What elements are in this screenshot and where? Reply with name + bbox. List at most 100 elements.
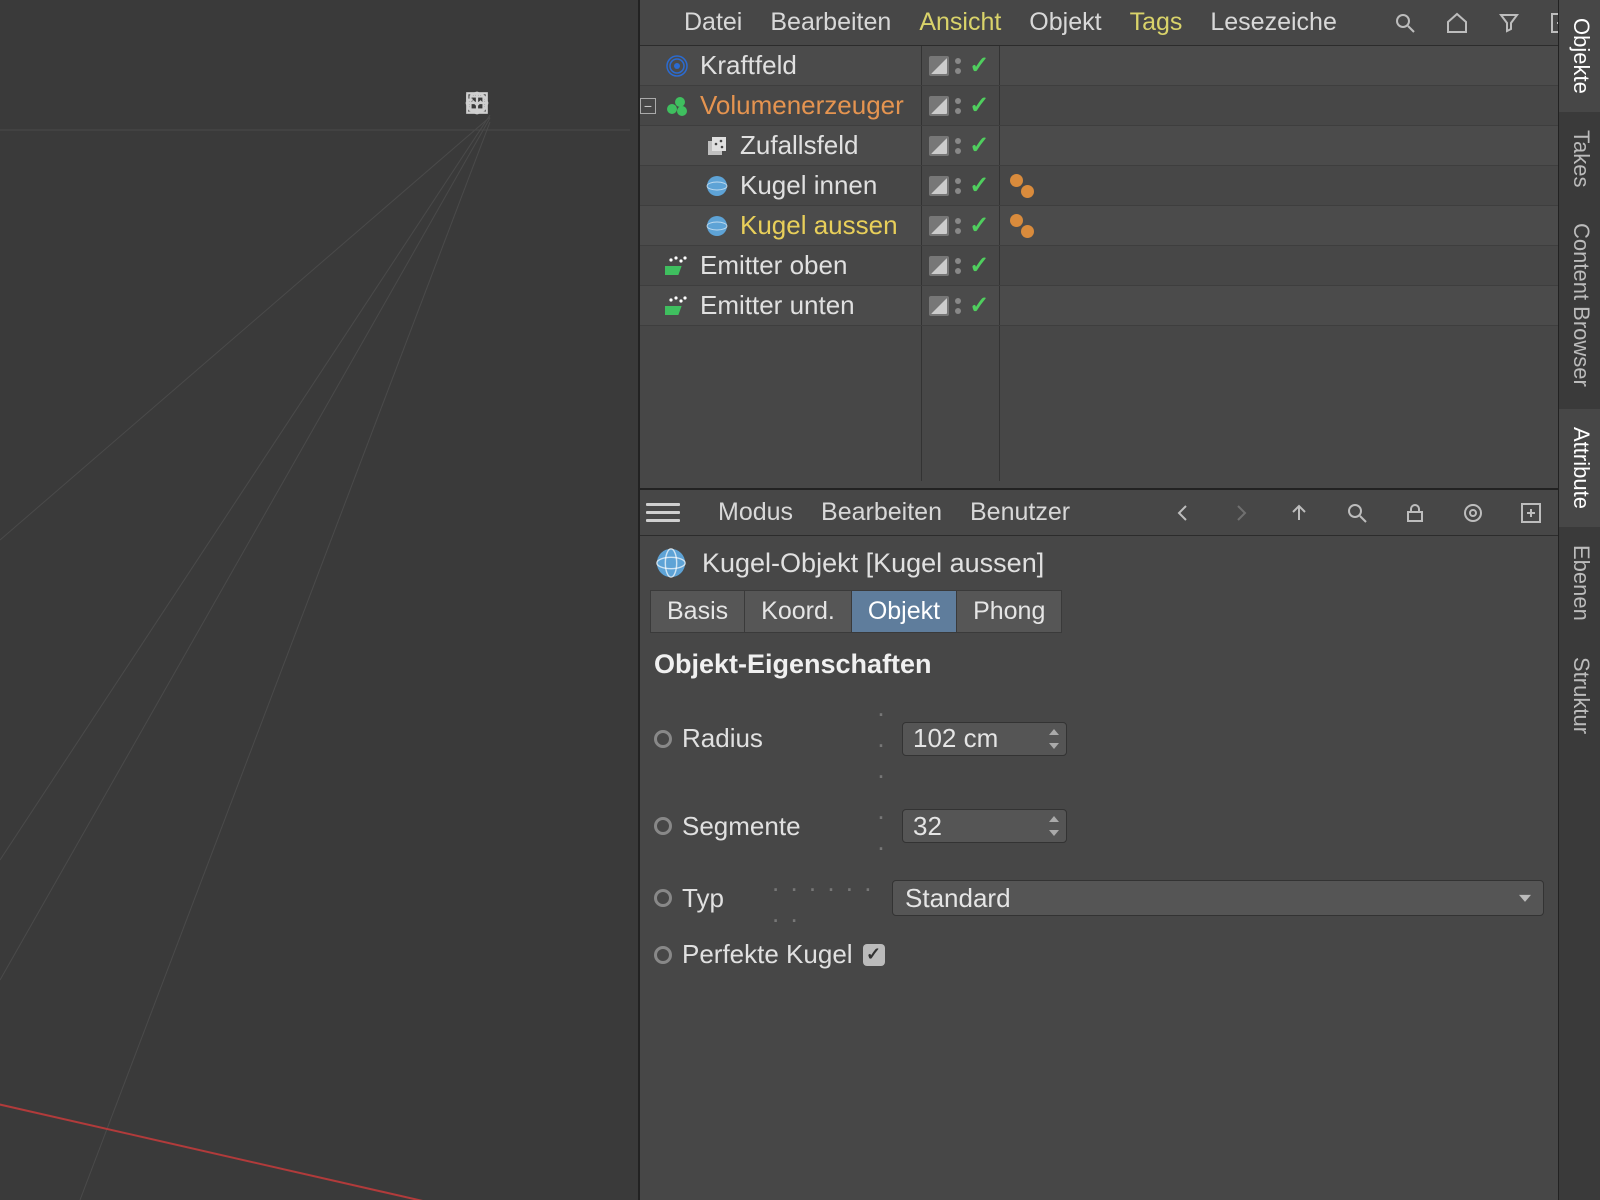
param-bullet-icon[interactable] [654, 889, 672, 907]
spinner-icon[interactable] [1045, 725, 1063, 753]
input-segmente[interactable]: 32 [902, 809, 1067, 843]
menu-tags[interactable]: Tags [1130, 8, 1183, 37]
filter-icon[interactable] [1497, 8, 1521, 38]
menu-modus[interactable]: Modus [718, 498, 793, 527]
search-icon[interactable] [1342, 498, 1372, 528]
emitter-icon [664, 253, 690, 279]
tab-basis[interactable]: Basis [650, 590, 745, 633]
enabled-check-icon[interactable]: ✓ [969, 91, 989, 120]
enabled-check-icon[interactable]: ✓ [969, 171, 989, 200]
object-label: Emitter unten [700, 290, 1558, 321]
visibility-dots-icon[interactable] [955, 138, 963, 154]
random-field-icon [704, 133, 730, 159]
visibility-dots-icon[interactable] [955, 258, 963, 274]
object-label: Volumenerzeuger [700, 90, 1558, 121]
tab-phong[interactable]: Phong [957, 590, 1062, 633]
phong-tag-icon[interactable] [1008, 172, 1036, 200]
viewport-3d[interactable] [0, 0, 638, 1200]
visibility-dots-icon[interactable] [955, 218, 963, 234]
tree-row[interactable]: − Volumenerzeuger✓ [640, 86, 1558, 126]
input-segmente-value: 32 [913, 811, 942, 842]
viewport-grid-lines [0, 0, 630, 1200]
hamburger-icon[interactable] [646, 496, 680, 530]
tree-row[interactable]: Kraftfeld✓ [640, 46, 1558, 86]
dropdown-typ[interactable]: Standard [892, 880, 1544, 916]
volume-builder-icon [664, 93, 690, 119]
search-icon[interactable] [1393, 8, 1417, 38]
forward-arrow-icon [1226, 498, 1256, 528]
tree-row[interactable]: Kugel aussen✓ [640, 206, 1558, 246]
viewport-dolly-icon[interactable] [508, 90, 538, 120]
visibility-dots-icon[interactable] [955, 178, 963, 194]
enabled-check-icon[interactable]: ✓ [969, 211, 989, 240]
input-radius[interactable]: 102 cm [902, 722, 1067, 756]
expand-toggle-icon[interactable]: − [640, 98, 656, 114]
sphere-icon [704, 213, 730, 239]
object-label: Zufallsfeld [740, 130, 1558, 161]
visibility-dots-icon[interactable] [955, 98, 963, 114]
viewport-rotate-icon[interactable] [552, 90, 582, 120]
side-tab-content-browser[interactable]: Content Browser [1559, 205, 1600, 405]
enabled-check-icon[interactable]: ✓ [969, 51, 989, 80]
object-label: Kugel innen [740, 170, 1558, 201]
side-tab-struktur[interactable]: Struktur [1559, 639, 1600, 752]
viewport-layout-icon[interactable] [596, 90, 626, 120]
section-title: Objekt-Eigenschaften [640, 633, 1558, 688]
spinner-icon[interactable] [1045, 812, 1063, 840]
checkbox-perfekte-kugel[interactable]: ✓ [863, 944, 885, 966]
side-tab-strip: Objekte Takes Content Browser Attribute … [1558, 0, 1600, 1200]
up-arrow-icon[interactable] [1284, 498, 1314, 528]
param-bullet-icon[interactable] [654, 946, 672, 964]
layer-toggle-icon[interactable] [929, 176, 949, 196]
menu-bearbeiten[interactable]: Bearbeiten [821, 498, 942, 527]
visibility-dots-icon[interactable] [955, 58, 963, 74]
menu-ansicht[interactable]: Ansicht [919, 8, 1001, 37]
sphere-icon [654, 546, 688, 580]
object-label: Kugel aussen [740, 210, 1558, 241]
label-segmente: Segmente [682, 811, 862, 842]
record-icon[interactable] [1458, 498, 1488, 528]
param-bullet-icon[interactable] [654, 817, 672, 835]
add-panel-icon[interactable] [1516, 498, 1546, 528]
emitter-icon [664, 293, 690, 319]
tree-row[interactable]: Kugel innen✓ [640, 166, 1558, 206]
layer-toggle-icon[interactable] [929, 136, 949, 156]
label-typ: Typ [682, 883, 762, 914]
tab-koord[interactable]: Koord. [745, 590, 852, 633]
layer-toggle-icon[interactable] [929, 96, 949, 116]
phong-tag-icon[interactable] [1008, 212, 1036, 240]
tree-row[interactable]: Zufallsfeld✓ [640, 126, 1558, 166]
tab-objekt[interactable]: Objekt [852, 590, 957, 633]
param-bullet-icon[interactable] [654, 730, 672, 748]
enabled-check-icon[interactable]: ✓ [969, 131, 989, 160]
attribute-form: Radius . . . 102 cm Segmente . . 32 [640, 688, 1558, 974]
menu-bearbeiten[interactable]: Bearbeiten [770, 8, 891, 37]
attribute-title: Kugel-Objekt [Kugel aussen] [702, 548, 1044, 579]
menu-datei[interactable]: Datei [684, 8, 742, 37]
layer-toggle-icon[interactable] [929, 256, 949, 276]
menu-lesezeiche[interactable]: Lesezeiche [1210, 8, 1336, 37]
layer-toggle-icon[interactable] [929, 296, 949, 316]
enabled-check-icon[interactable]: ✓ [969, 291, 989, 320]
attribute-tabs: Basis Koord. Objekt Phong [640, 590, 1558, 633]
side-tab-takes[interactable]: Takes [1559, 112, 1600, 205]
force-field-icon [664, 53, 690, 79]
enabled-check-icon[interactable]: ✓ [969, 251, 989, 280]
side-tab-objekte[interactable]: Objekte [1559, 0, 1600, 112]
home-icon[interactable] [1445, 8, 1469, 38]
side-tab-attribute[interactable]: Attribute [1559, 409, 1600, 527]
layer-toggle-icon[interactable] [929, 216, 949, 236]
visibility-dots-icon[interactable] [955, 298, 963, 314]
tree-row[interactable]: Emitter unten✓ [640, 286, 1558, 326]
attribute-header: Kugel-Objekt [Kugel aussen] [640, 536, 1558, 590]
object-manager-menu-bar: Datei Bearbeiten Ansicht Objekt Tags Les… [640, 0, 1558, 46]
object-label: Emitter oben [700, 250, 1558, 281]
lock-icon[interactable] [1400, 498, 1430, 528]
menu-objekt[interactable]: Objekt [1029, 8, 1101, 37]
side-tab-ebenen[interactable]: Ebenen [1559, 527, 1600, 639]
back-arrow-icon[interactable] [1168, 498, 1198, 528]
layer-toggle-icon[interactable] [929, 56, 949, 76]
label-perfekte-kugel: Perfekte Kugel [682, 939, 853, 970]
menu-benutzer[interactable]: Benutzer [970, 498, 1070, 527]
tree-row[interactable]: Emitter oben✓ [640, 246, 1558, 286]
